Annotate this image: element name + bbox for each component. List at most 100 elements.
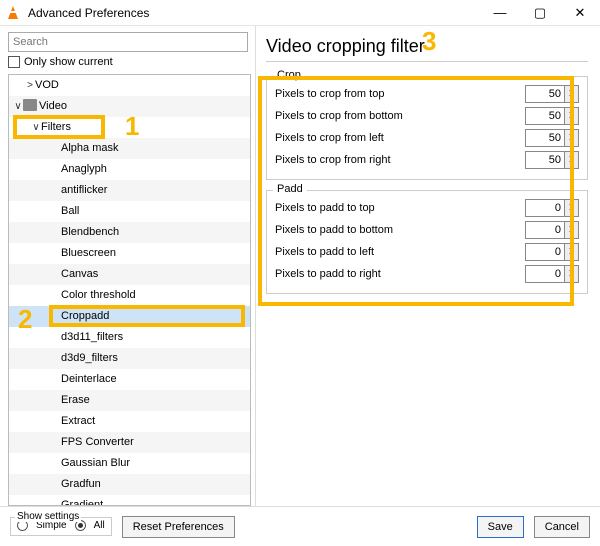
crop-row: Pixels to crop from top ▲▼ [275, 83, 579, 105]
padd-row: Pixels to padd to top ▲▼ [275, 197, 579, 219]
crop-label: Pixels to crop from right [275, 154, 391, 166]
crop-legend: Crop [273, 69, 305, 81]
right-pane: Video cropping filter Crop Pixels to cro… [256, 26, 600, 506]
spin-down-icon[interactable]: ▼ [565, 274, 578, 282]
tree-item-alpha-mask[interactable]: Alpha mask [9, 138, 250, 159]
tree-item-blendbench[interactable]: Blendbench [9, 222, 250, 243]
tree-item-anaglyph[interactable]: Anaglyph [9, 159, 250, 180]
tree-item-erase[interactable]: Erase [9, 390, 250, 411]
window-title: Advanced Preferences [28, 6, 149, 20]
tree-item-gradient[interactable]: Gradient [9, 495, 250, 505]
padd-input[interactable] [525, 221, 565, 239]
padd-input[interactable] [525, 243, 565, 261]
tree-item-label: Filters [41, 121, 71, 133]
crop-spinner[interactable]: ▲▼ [525, 129, 579, 147]
tree-item-color-threshold[interactable]: Color threshold [9, 285, 250, 306]
spin-up-icon[interactable]: ▲ [565, 266, 578, 274]
tree-item-label: Video [39, 100, 67, 112]
tree-item-label: Canvas [61, 268, 98, 280]
tree-item-canvas[interactable]: Canvas [9, 264, 250, 285]
spin-up-icon[interactable]: ▲ [565, 244, 578, 252]
crop-spinner[interactable]: ▲▼ [525, 85, 579, 103]
padd-spinner[interactable]: ▲▼ [525, 243, 579, 261]
crop-input[interactable] [525, 129, 565, 147]
tree-item-ball[interactable]: Ball [9, 201, 250, 222]
checkbox-icon [8, 56, 20, 68]
search-input[interactable]: Search [8, 32, 248, 52]
tree-item-label: Anaglyph [61, 163, 107, 175]
tree-item-d3d9-filters[interactable]: d3d9_filters [9, 348, 250, 369]
close-button[interactable]: ✕ [560, 0, 600, 26]
tree-item-deinterlace[interactable]: Deinterlace [9, 369, 250, 390]
save-button[interactable]: Save [477, 516, 524, 538]
padd-legend: Padd [273, 183, 307, 195]
spin-up-icon[interactable]: ▲ [565, 130, 578, 138]
crop-spinner[interactable]: ▲▼ [525, 107, 579, 125]
only-show-current-label: Only show current [24, 56, 113, 68]
spin-down-icon[interactable]: ▼ [565, 252, 578, 260]
right-pane-title: Video cropping filter [266, 36, 588, 62]
padd-input[interactable] [525, 265, 565, 283]
tree-item-bluescreen[interactable]: Bluescreen [9, 243, 250, 264]
tree-item-label: Alpha mask [61, 142, 118, 154]
cancel-button[interactable]: Cancel [534, 516, 590, 538]
padd-label: Pixels to padd to right [275, 268, 381, 280]
tree-item-croppadd[interactable]: Croppadd [9, 306, 250, 327]
app-icon [6, 5, 22, 21]
tree-item-gradfun[interactable]: Gradfun [9, 474, 250, 495]
left-pane: Search Only show current >VOD∨Video∨Filt… [0, 26, 256, 506]
spin-down-icon[interactable]: ▼ [565, 230, 578, 238]
tree-item-label: Color threshold [61, 289, 136, 301]
tree-item-label: Ball [61, 205, 79, 217]
padd-spinner[interactable]: ▲▼ [525, 221, 579, 239]
folder-icon [23, 99, 37, 111]
tree-item-label: Blendbench [61, 226, 119, 238]
spin-up-icon[interactable]: ▲ [565, 152, 578, 160]
show-settings-group: Show settings Simple All [10, 517, 112, 536]
tree-item-label: Croppadd [61, 310, 109, 322]
padd-spinner[interactable]: ▲▼ [525, 265, 579, 283]
spin-down-icon[interactable]: ▼ [565, 116, 578, 124]
crop-row: Pixels to crop from bottom▲▼ [275, 105, 579, 127]
spin-down-icon[interactable]: ▼ [565, 160, 578, 168]
tree-item-label: antiflicker [61, 184, 107, 196]
maximize-button[interactable]: ▢ [520, 0, 560, 26]
chevron-icon: ∨ [31, 117, 41, 138]
padd-row: Pixels to padd to right ▲▼ [275, 263, 579, 285]
tree-item-fps-converter[interactable]: FPS Converter [9, 432, 250, 453]
crop-row: Pixels to crop from left ▲▼ [275, 127, 579, 149]
spin-up-icon[interactable]: ▲ [565, 86, 578, 94]
padd-label: Pixels to padd to top [275, 202, 375, 214]
minimize-button[interactable]: — [480, 0, 520, 26]
crop-input[interactable] [525, 107, 565, 125]
only-show-current-checkbox[interactable]: Only show current [8, 56, 251, 68]
crop-label: Pixels to crop from left [275, 132, 384, 144]
spin-up-icon[interactable]: ▲ [565, 108, 578, 116]
crop-spinner[interactable]: ▲▼ [525, 151, 579, 169]
chevron-icon: > [25, 75, 35, 96]
tree-item-video[interactable]: ∨ Video [9, 96, 250, 117]
padd-input[interactable] [525, 199, 565, 217]
tree-item-antiflicker[interactable]: antiflicker [9, 180, 250, 201]
crop-input[interactable] [525, 151, 565, 169]
spin-down-icon[interactable]: ▼ [565, 208, 578, 216]
crop-label: Pixels to crop from top [275, 88, 384, 100]
tree-item-gaussian-blur[interactable]: Gaussian Blur [9, 453, 250, 474]
tree-item-vod[interactable]: >VOD [9, 75, 250, 96]
tree-item-label: Gradfun [61, 478, 101, 490]
crop-input[interactable] [525, 85, 565, 103]
spin-up-icon[interactable]: ▲ [565, 200, 578, 208]
spin-down-icon[interactable]: ▼ [565, 94, 578, 102]
tree-item-d3d11-filters[interactable]: d3d11_filters [9, 327, 250, 348]
tree-item-filters[interactable]: ∨Filters [9, 117, 250, 138]
spin-up-icon[interactable]: ▲ [565, 222, 578, 230]
tree-item-label: Extract [61, 415, 95, 427]
reset-preferences-button[interactable]: Reset Preferences [122, 516, 235, 538]
chevron-icon: ∨ [13, 96, 23, 117]
padd-spinner[interactable]: ▲▼ [525, 199, 579, 217]
padd-group: Padd Pixels to padd to top▲▼Pixels to pa… [266, 190, 588, 294]
crop-group: Crop Pixels to crop from top▲▼Pixels to … [266, 76, 588, 180]
tree-item-extract[interactable]: Extract [9, 411, 250, 432]
spin-down-icon[interactable]: ▼ [565, 138, 578, 146]
tree: >VOD∨Video∨FiltersAlpha maskAnaglyphanti… [8, 74, 251, 506]
